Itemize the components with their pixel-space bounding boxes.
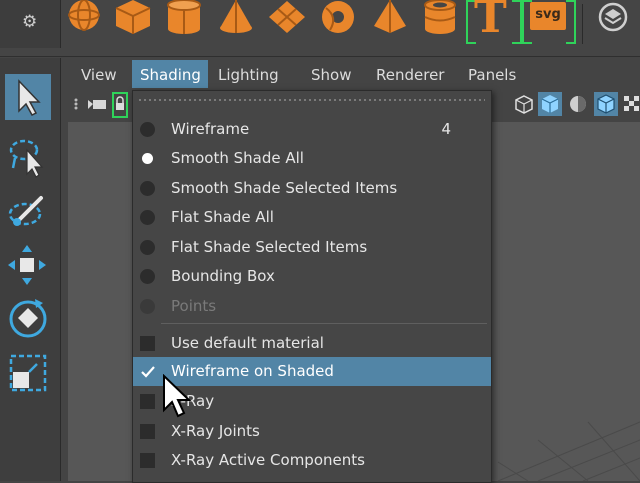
wireframe-cube-icon[interactable] — [514, 94, 534, 114]
select-tool[interactable] — [5, 74, 51, 120]
radio-selected-indicator — [142, 153, 153, 164]
menu-item-smooth-shade-selected[interactable]: Smooth Shade Selected Items — [133, 174, 491, 203]
radio-indicator — [140, 210, 155, 225]
camera-icon[interactable] — [88, 94, 110, 114]
checkbox-indicator — [140, 394, 155, 409]
wireframe-on-shaded-icon[interactable] — [594, 92, 618, 116]
radio-indicator — [140, 181, 155, 196]
menu-item-label: Smooth Shade All — [171, 149, 304, 167]
menu-item-x-ray-active-components[interactable]: X-Ray Active Components — [133, 446, 491, 475]
torus-icon[interactable] — [318, 0, 358, 34]
lasso-icon — [9, 139, 44, 178]
cylinder-icon[interactable] — [164, 0, 204, 34]
scale-tool[interactable] — [5, 350, 51, 396]
menu-item-bounding-box[interactable]: Bounding Box — [133, 262, 491, 291]
lasso-tool[interactable] — [5, 134, 51, 180]
brush-icon — [8, 196, 43, 226]
text-icon[interactable]: T — [474, 0, 507, 43]
menu-item-label: Wireframe on Shaded — [171, 362, 334, 380]
radio-indicator — [140, 240, 155, 255]
menu-item-flat-shade-all[interactable]: Flat Shade All — [133, 203, 491, 232]
menu-item-label: Flat Shade Selected Items — [171, 238, 368, 256]
menu-item-label: Points — [171, 297, 217, 315]
textured-icon[interactable] — [624, 94, 640, 114]
paint-select-tool[interactable] — [5, 190, 51, 236]
lock-camera-icon[interactable] — [112, 92, 128, 118]
cube-icon[interactable] — [113, 0, 153, 34]
default-material-icon[interactable] — [568, 94, 588, 114]
toolbox — [0, 58, 61, 481]
menu-divider — [161, 323, 487, 324]
radio-indicator — [140, 269, 155, 284]
menu-item-label: Smooth Shade Selected Items — [171, 179, 398, 197]
shading-menu: Wireframe 4 Smooth Shade All Smooth Shad… — [132, 90, 492, 483]
shelf-options-button[interactable]: ⚙ — [0, 0, 61, 48]
cone-icon[interactable] — [216, 0, 256, 34]
menu-panels[interactable]: Panels — [468, 60, 516, 88]
shelf: ⚙ T svg — [0, 0, 640, 57]
menu-item-x-ray-joints[interactable]: X-Ray Joints — [133, 417, 491, 446]
menu-lighting[interactable]: Lighting — [218, 60, 279, 88]
menu-item-label: X-Ray Active Components — [171, 451, 365, 469]
menu-item-label: Flat Shade All — [171, 208, 274, 226]
shelf-bracket — [512, 0, 522, 44]
menu-renderer[interactable]: Renderer — [376, 60, 444, 88]
mouse-cursor-icon — [163, 374, 192, 418]
menu-show[interactable]: Show — [311, 60, 351, 88]
scale-icon — [9, 354, 47, 392]
menu-item-label: Wireframe — [171, 120, 250, 138]
modeling-toolkit-icon[interactable] — [598, 2, 628, 32]
tear-off-handle[interactable] — [133, 91, 491, 109]
menu-item-smooth-shade-all[interactable]: Smooth Shade All — [133, 144, 491, 173]
hotkey-label: 4 — [441, 120, 451, 138]
gear-icon: ⚙ — [22, 12, 38, 32]
move-tool[interactable] — [5, 242, 51, 288]
pyramid-icon[interactable] — [370, 0, 410, 34]
menu-item-label: X-Ray Joints — [171, 422, 260, 440]
menu-shading[interactable]: Shading — [132, 60, 208, 88]
panel-menubar: View Shading Lighting Show Renderer Pane… — [68, 60, 640, 88]
rotate-tool[interactable] — [5, 296, 51, 342]
checkbox-indicator — [140, 424, 155, 439]
radio-indicator — [140, 122, 155, 137]
arrow-icon — [18, 79, 41, 116]
checkbox-indicator — [140, 336, 155, 351]
rotate-icon — [9, 299, 47, 338]
menu-item-label: Bounding Box — [171, 267, 275, 285]
menu-item-wireframe[interactable]: Wireframe 4 — [133, 115, 491, 144]
pipe-icon[interactable] — [420, 0, 460, 34]
menu-view[interactable]: View — [74, 60, 124, 88]
handle-dots-icon — [74, 98, 78, 110]
menu-item-use-default-material[interactable]: Use default material — [133, 329, 491, 358]
plane-icon[interactable] — [267, 0, 307, 34]
move-icon — [8, 245, 46, 285]
shelf-divider — [582, 4, 583, 44]
menu-item-label: Use default material — [171, 334, 324, 352]
menu-item-flat-shade-selected[interactable]: Flat Shade Selected Items — [133, 233, 491, 262]
checkbox-indicator — [140, 453, 155, 468]
sphere-icon[interactable] — [64, 0, 104, 34]
radio-indicator — [140, 299, 155, 314]
menu-item-points: Points — [133, 292, 491, 321]
smooth-shade-cube-icon[interactable] — [538, 92, 562, 116]
checkmark-icon — [141, 366, 155, 378]
svg-icon[interactable]: svg — [530, 2, 566, 30]
shelf-bracket — [566, 0, 576, 44]
